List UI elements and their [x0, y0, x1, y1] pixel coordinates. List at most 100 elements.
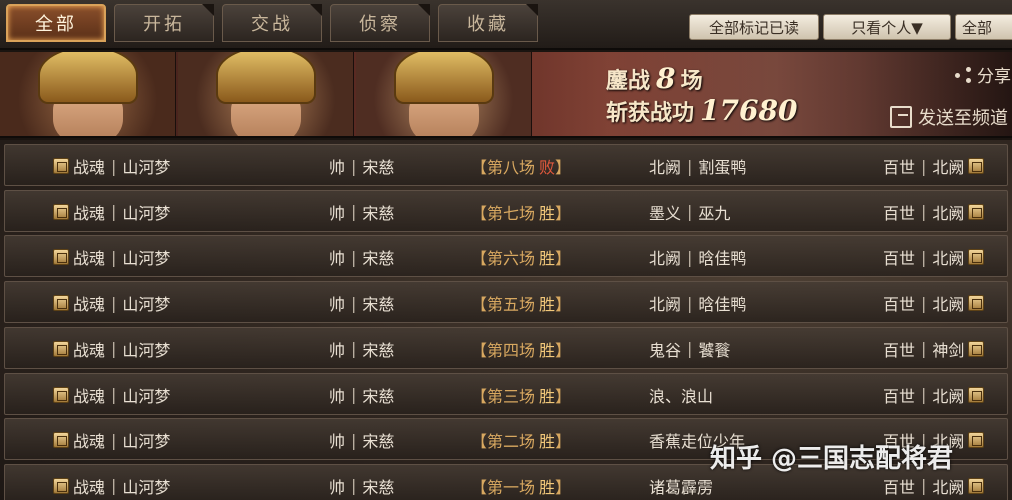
commander-name: 宋慈	[362, 295, 395, 315]
player-info: 战魂 | 山河梦	[53, 282, 170, 324]
opponent-info: 墨义 | 巫九	[649, 191, 730, 233]
tab-label: 开拓	[143, 14, 185, 35]
commander-info: 帅 | 宋慈	[329, 282, 394, 324]
commander-info: 帅 | 宋慈	[329, 236, 394, 278]
separator: |	[111, 247, 117, 267]
bracket-right: 】	[555, 386, 572, 406]
seal-icon	[968, 432, 985, 449]
seal-icon	[968, 477, 985, 494]
commander-title: 帅	[329, 158, 346, 177]
round-result: 【第三场胜】	[471, 374, 571, 416]
commander-title: 帅	[329, 295, 346, 315]
round-label: 第六场	[487, 249, 536, 269]
result-label: 胜	[539, 203, 556, 223]
opponent-alliance: 诸葛霹雳	[649, 477, 714, 497]
result-label: 胜	[539, 432, 556, 452]
merit-total: 斩获战功 17680	[606, 94, 797, 127]
battle-report-row[interactable]: 战魂 | 山河梦帅 | 宋慈【第六场胜】北阙 | 晗佳鸭 百世 | 北阙	[4, 235, 1008, 278]
round-result: 【第八场败】	[471, 145, 571, 187]
commander-info: 帅 | 宋慈	[329, 419, 394, 461]
separator: |	[111, 202, 117, 222]
player-alliance: 战魂	[73, 477, 106, 497]
seal-icon	[53, 340, 69, 357]
round-result: 【第六场胜】	[471, 236, 571, 278]
round-result: 【第五场胜】	[471, 282, 571, 324]
tab-corner	[526, 4, 538, 16]
send-to-channel-button[interactable]: 发送至频道	[890, 104, 1008, 130]
server-alliance: 北阙	[932, 158, 965, 177]
filter-personal-dropdown[interactable]: 只看个人▼	[823, 14, 951, 40]
opponent-name: 割蛋鸭	[698, 158, 747, 177]
separator: |	[351, 476, 357, 496]
commander-info: 帅 | 宋慈	[329, 374, 394, 416]
tab-favorites[interactable]: 收藏	[438, 4, 538, 42]
seal-icon	[968, 158, 985, 174]
commander-name: 宋慈	[362, 477, 395, 497]
server-info: 百世 | 北阙	[883, 282, 985, 324]
all-filter-button[interactable]: 全部	[955, 14, 1012, 40]
opponent-alliance: 北阙	[649, 295, 682, 315]
player-alliance: 战魂	[73, 386, 106, 406]
server-alliance: 北阙	[932, 295, 965, 315]
battle-report-row[interactable]: 战魂 | 山河梦 帅 | 宋慈 【第八场败】 北阙 | 割蛋鸭 百世 | 北阙	[4, 144, 1008, 186]
result-label: 胜	[539, 477, 556, 497]
server-info: 百世 | 北阙	[883, 374, 985, 416]
separator: |	[351, 202, 357, 222]
bracket-left: 【	[471, 158, 488, 177]
tab-corner	[310, 4, 322, 16]
player-name: 山河梦	[122, 340, 171, 360]
round-result: 【第四场胜】	[471, 328, 571, 370]
bracket-right: 】	[555, 477, 572, 497]
bracket-left: 【	[471, 386, 488, 406]
separator: |	[351, 385, 357, 404]
separator: |	[111, 339, 117, 359]
tab-all[interactable]: 全部	[6, 4, 106, 42]
commander-title: 帅	[329, 249, 346, 269]
seal-icon	[53, 158, 69, 174]
separator: |	[921, 156, 927, 176]
server-alliance: 北阙	[932, 386, 965, 406]
separator: |	[351, 430, 357, 450]
bracket-right: 】	[555, 295, 572, 315]
opponent-name: 晗佳鸭	[698, 295, 747, 315]
opponent-alliance: 北阙	[649, 249, 682, 269]
round-label: 第八场	[487, 158, 536, 177]
battle-count-label: 鏖战	[606, 68, 651, 94]
separator: |	[687, 156, 693, 176]
share-label: 分享	[977, 67, 1011, 87]
seal-icon	[53, 477, 69, 494]
helmet-icon	[393, 52, 494, 104]
separator: |	[687, 247, 693, 267]
server-info: 百世 | 神剑	[883, 328, 985, 370]
seal-icon	[968, 295, 985, 312]
tab-explore[interactable]: 开拓	[114, 4, 214, 42]
commander-name: 宋慈	[362, 203, 395, 223]
commander-info: 帅 | 宋慈	[329, 191, 394, 233]
battle-report-row[interactable]: 战魂 | 山河梦帅 | 宋慈【第四场胜】鬼谷 | 饕餮 百世 | 神剑	[4, 326, 1008, 370]
result-label: 胜	[539, 340, 556, 360]
bracket-right: 】	[555, 249, 572, 269]
player-name: 山河梦	[122, 295, 171, 315]
tab-scout[interactable]: 侦察	[330, 4, 430, 42]
battle-report-row[interactable]: 战魂 | 山河梦帅 | 宋慈【第七场胜】墨义 | 巫九 百世 | 北阙	[4, 189, 1008, 233]
bracket-right: 】	[555, 158, 572, 177]
server-group: 百世	[883, 203, 916, 223]
mark-all-read-button[interactable]: 全部标记已读	[689, 14, 819, 40]
player-name: 山河梦	[122, 249, 171, 269]
commander-title: 帅	[329, 340, 346, 360]
seal-icon	[53, 386, 69, 403]
general-portrait	[356, 52, 532, 136]
commander-name: 宋慈	[362, 158, 395, 177]
tab-combat[interactable]: 交战	[222, 4, 322, 42]
battle-report-row[interactable]: 战魂 | 山河梦 帅 | 宋慈 【第三场胜】 浪、浪山 百世 | 北阙	[4, 372, 1008, 416]
server-alliance: 北阙	[932, 477, 965, 497]
bracket-left: 【	[471, 249, 488, 269]
opponent-alliance: 墨义	[649, 203, 682, 223]
server-alliance: 北阙	[932, 203, 965, 223]
commander-info: 帅 | 宋慈	[329, 328, 394, 370]
separator: |	[111, 430, 117, 450]
bracket-left: 【	[471, 203, 488, 223]
share-button[interactable]: 分享	[955, 62, 1011, 87]
battle-report-row[interactable]: 战魂 | 山河梦帅 | 宋慈【第五场胜】北阙 | 晗佳鸭 百世 | 北阙	[4, 281, 1008, 324]
separator: |	[687, 293, 693, 313]
